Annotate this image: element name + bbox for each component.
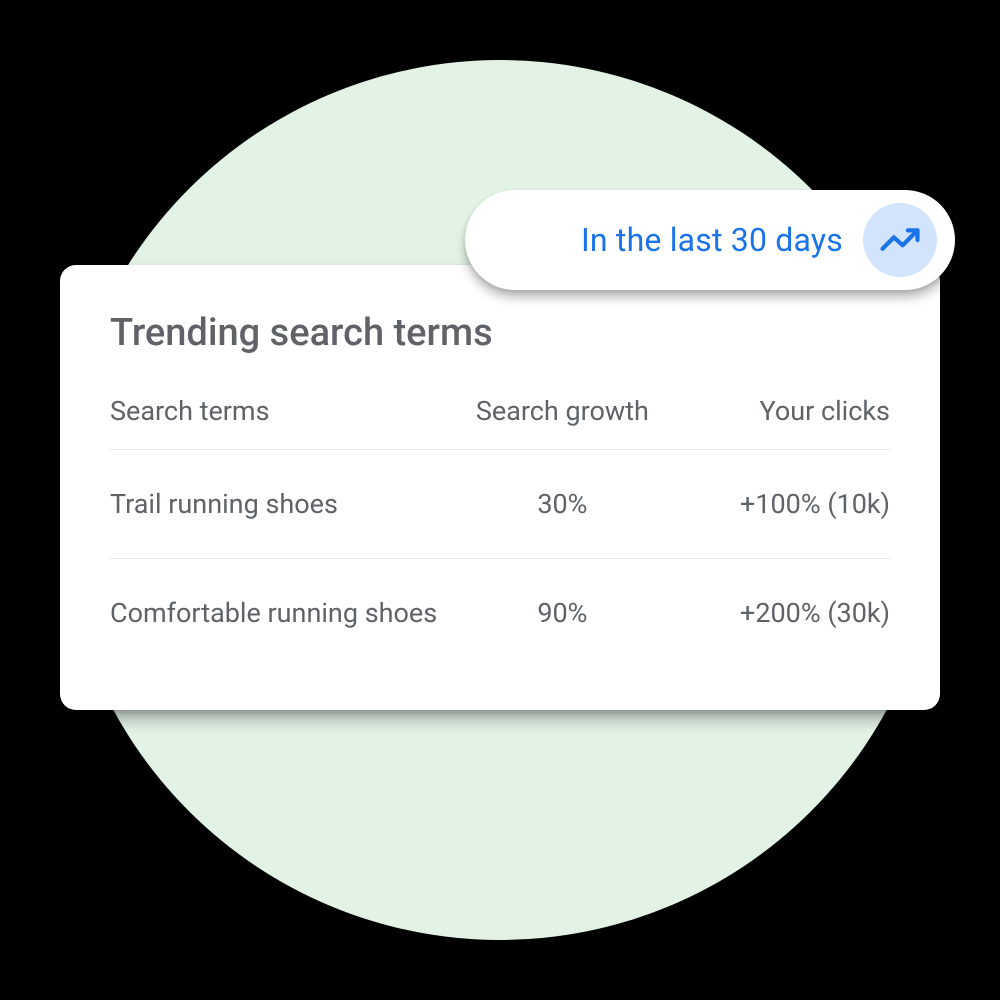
table-row: Comfortable running shoes 90% +200% (30k… xyxy=(110,559,890,668)
card-title: Trending search terms xyxy=(110,311,890,355)
time-range-label: In the last 30 days xyxy=(581,221,843,259)
time-range-chip[interactable]: In the last 30 days xyxy=(465,190,955,290)
table-header-row: Search terms Search growth Your clicks xyxy=(110,395,890,450)
col-header-your-clicks: Your clicks xyxy=(672,395,890,450)
col-header-search-growth: Search growth xyxy=(453,395,671,450)
trending-search-terms-card: Trending search terms Search terms Searc… xyxy=(60,265,940,710)
col-header-search-terms: Search terms xyxy=(110,395,453,450)
trending-up-icon xyxy=(863,203,937,277)
cell-search-growth: 30% xyxy=(453,450,671,559)
cell-your-clicks: +100% (10k) xyxy=(672,450,890,559)
search-terms-table: Search terms Search growth Your clicks T… xyxy=(110,395,890,667)
cell-your-clicks: +200% (30k) xyxy=(672,559,890,668)
cell-search-term: Trail running shoes xyxy=(110,450,453,559)
table-row: Trail running shoes 30% +100% (10k) xyxy=(110,450,890,559)
cell-search-term: Comfortable running shoes xyxy=(110,559,453,668)
cell-search-growth: 90% xyxy=(453,559,671,668)
